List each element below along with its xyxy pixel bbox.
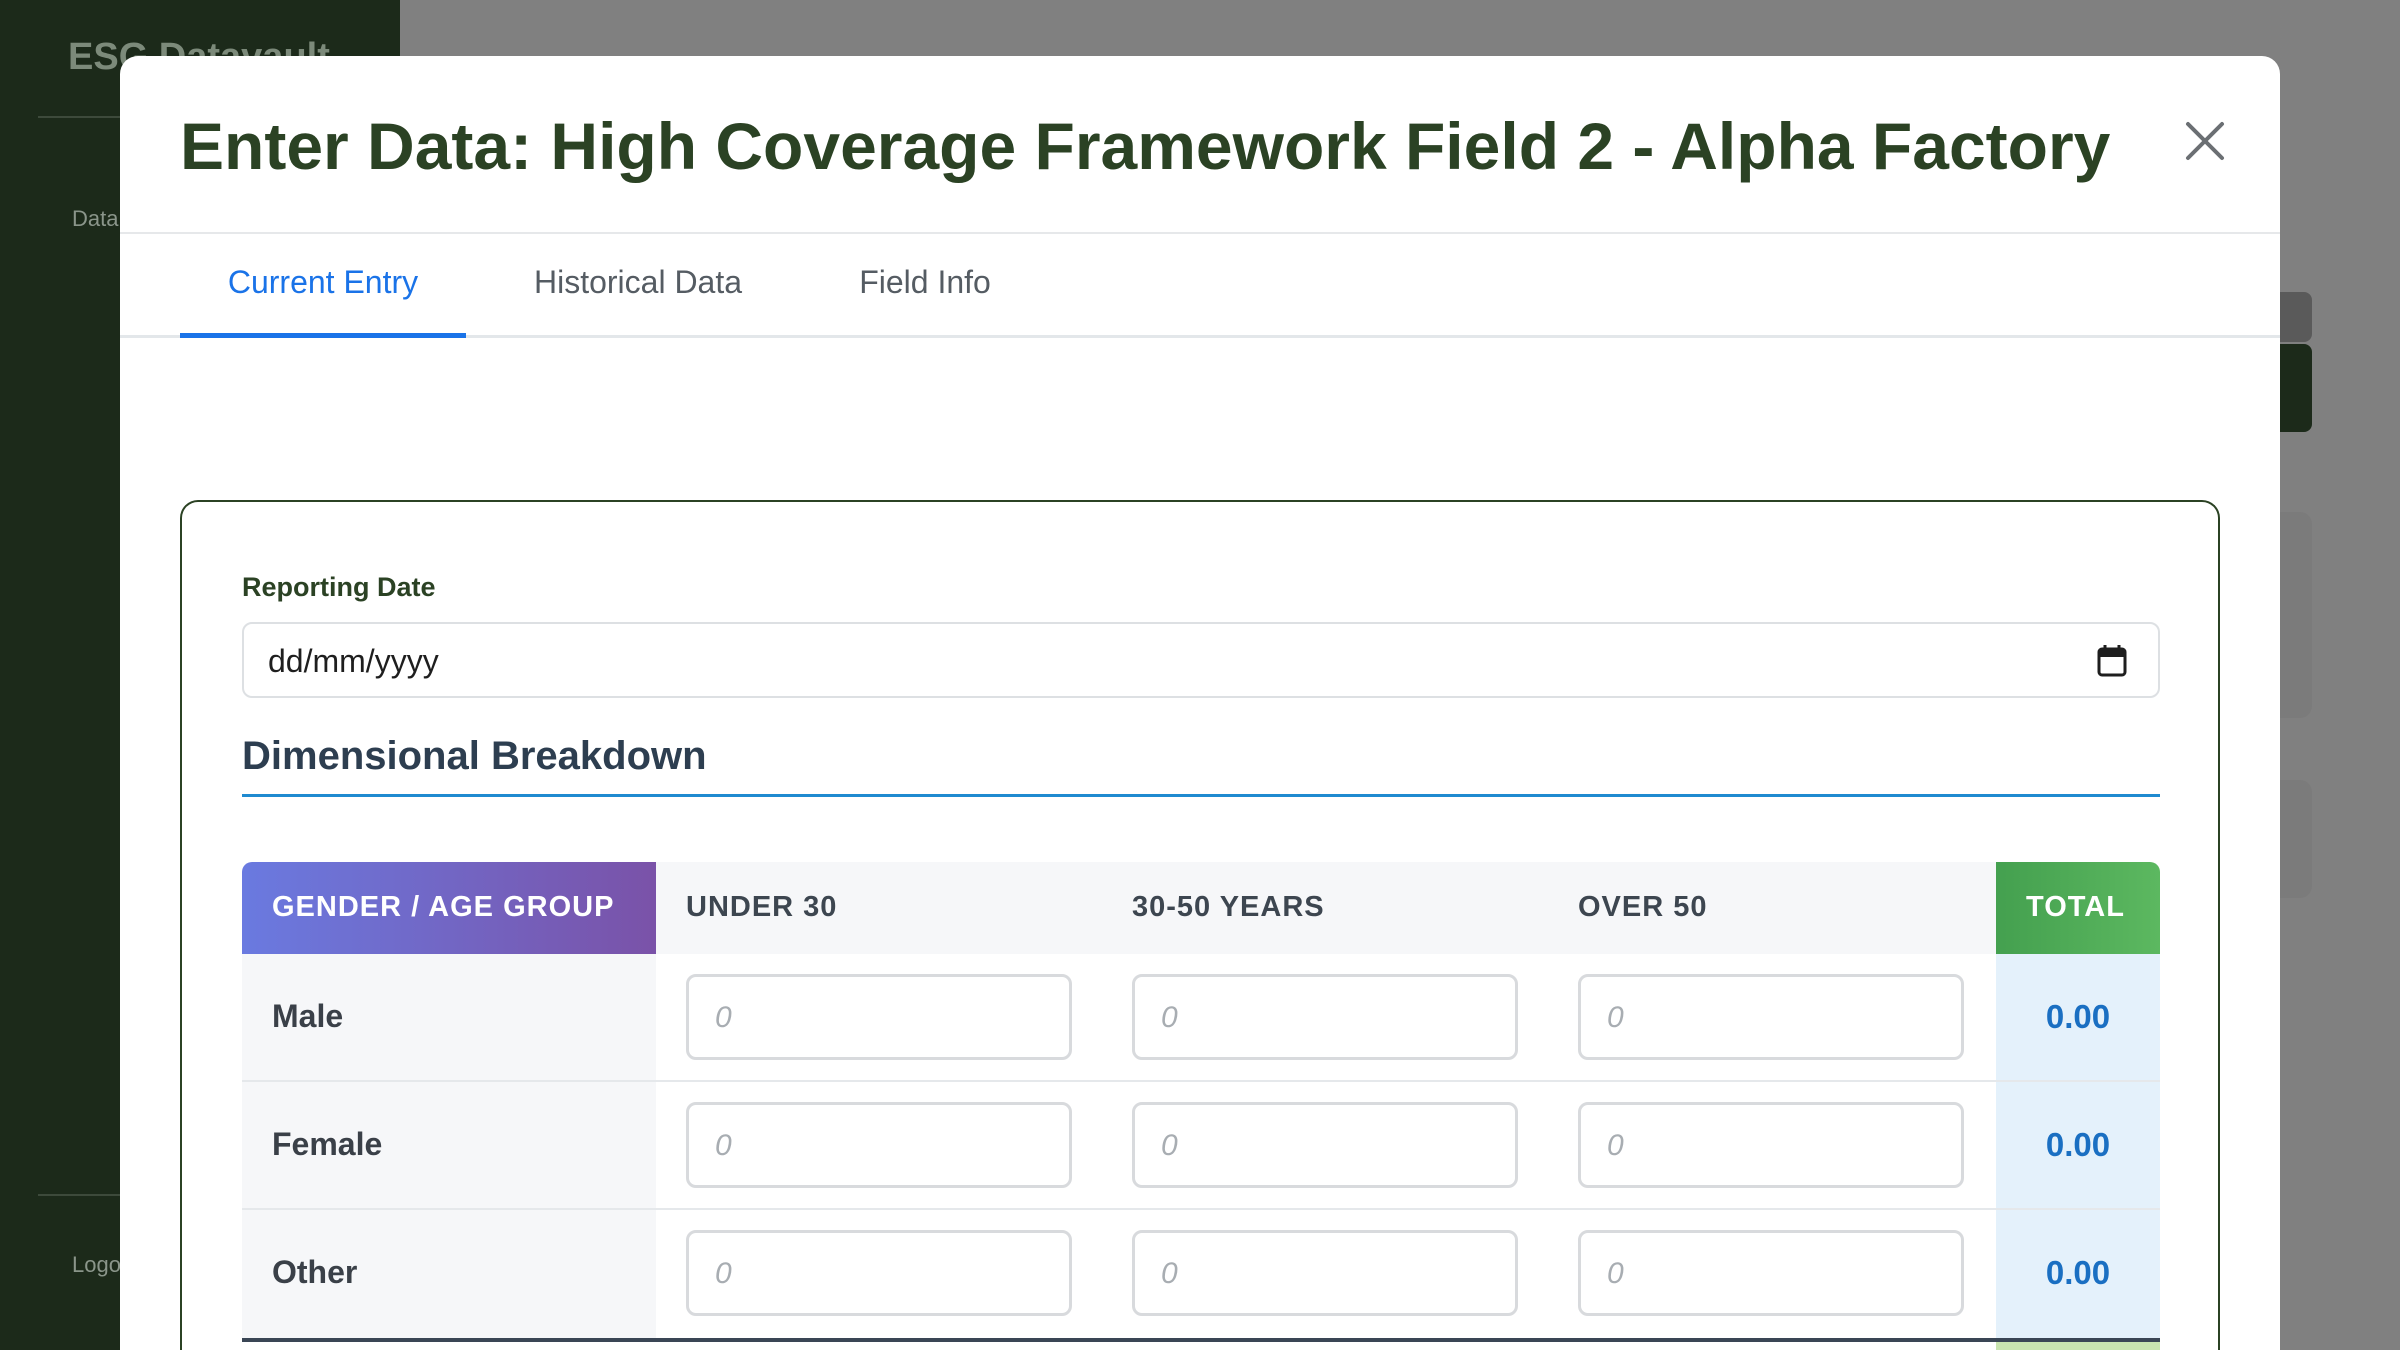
close-button[interactable] <box>2180 116 2230 166</box>
row-label: Male <box>242 954 656 1080</box>
reporting-date-input[interactable]: dd/mm/yyyy <box>242 622 2160 698</box>
modal-title: Enter Data: High Coverage Framework Fiel… <box>180 109 2111 183</box>
calendar-icon[interactable] <box>2096 644 2128 678</box>
table-row-other: Other 0 0 0 0.00 <box>242 1210 2160 1338</box>
value-input[interactable]: 0 <box>1578 1230 1964 1316</box>
value-input[interactable]: 0 <box>1578 1102 1964 1188</box>
data-entry-modal: Enter Data: High Coverage Framework Fiel… <box>120 56 2280 1350</box>
tab-historical-data[interactable]: Historical Data <box>520 236 756 338</box>
section-divider <box>242 794 2160 797</box>
dimensional-breakdown-title: Dimensional Breakdown <box>242 734 707 778</box>
header-under-30: UNDER 30 <box>656 862 1102 954</box>
value-input[interactable]: 0 <box>1578 974 1964 1060</box>
header-30-50-years: 30-50 YEARS <box>1102 862 1548 954</box>
value-input[interactable]: 0 <box>1132 974 1518 1060</box>
value-input[interactable]: 0 <box>686 1230 1072 1316</box>
value-input[interactable]: 0 <box>1132 1102 1518 1188</box>
grand-total-cell <box>1996 1342 2160 1350</box>
row-label: Female <box>242 1082 656 1208</box>
tab-current-entry[interactable]: Current Entry <box>180 236 466 338</box>
header-gender-age-group: GENDER / AGE GROUP <box>242 862 656 954</box>
modal-header: Enter Data: High Coverage Framework Fiel… <box>120 56 2280 234</box>
entry-form-card: Reporting Date dd/mm/yyyy Dimensional Br… <box>180 500 2220 1350</box>
row-label: Other <box>242 1210 656 1338</box>
table-row-female: Female 0 0 0 0.00 <box>242 1082 2160 1210</box>
header-total: TOTAL <box>1996 862 2160 954</box>
table-total-divider <box>242 1338 2160 1342</box>
row-total: 0.00 <box>1996 1082 2160 1208</box>
close-icon <box>2186 122 2224 160</box>
value-input[interactable]: 0 <box>1132 1230 1518 1316</box>
sidebar-item-data[interactable]: Data <box>72 206 118 232</box>
table-row-male: Male 0 0 0 0.00 <box>242 954 2160 1082</box>
value-input[interactable]: 0 <box>686 974 1072 1060</box>
row-total: 0.00 <box>1996 954 2160 1080</box>
reporting-date-placeholder: dd/mm/yyyy <box>268 643 439 679</box>
tab-bar: Current Entry Historical Data Field Info <box>120 236 2280 338</box>
row-total: 0.00 <box>1996 1210 2160 1338</box>
header-over-50: OVER 50 <box>1548 862 1996 954</box>
tab-field-info[interactable]: Field Info <box>836 236 1014 338</box>
reporting-date-label: Reporting Date <box>242 572 436 602</box>
value-input[interactable]: 0 <box>686 1102 1072 1188</box>
